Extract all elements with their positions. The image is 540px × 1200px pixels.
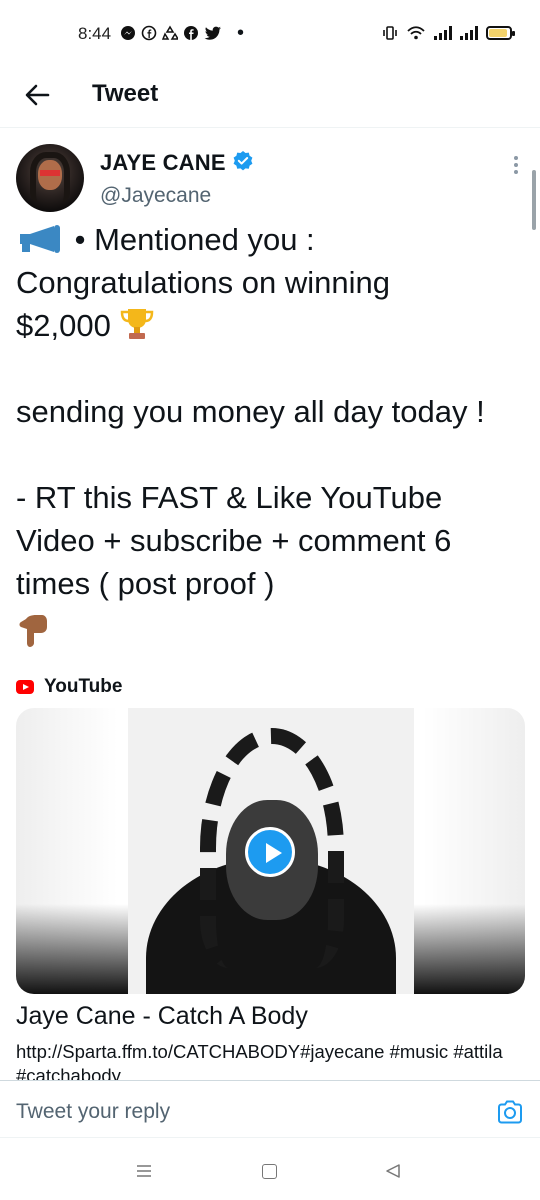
megaphone-emoji: [20, 225, 60, 253]
tweet-line-2: Congratulations on winning: [16, 265, 390, 300]
reply-input[interactable]: Tweet your reply: [16, 1100, 170, 1124]
tweet-line-7: times ( post proof ): [16, 566, 275, 601]
tweet-line-4: sending you money all day today !: [16, 394, 485, 429]
card-source: YouTube: [16, 676, 122, 698]
top-bar: Tweet: [0, 66, 540, 128]
signal-icon: [434, 26, 452, 40]
wifi-icon: [407, 26, 425, 40]
facebook-icon: [184, 26, 198, 40]
youtube-icon: [16, 680, 34, 694]
system-nav-bar: [0, 1138, 540, 1200]
messenger-icon: [121, 26, 135, 40]
battery-icon: [486, 26, 515, 40]
video-thumbnail[interactable]: [16, 708, 525, 994]
author-name[interactable]: JAYE CANE: [100, 150, 226, 176]
vibrate-icon: [383, 26, 397, 40]
home-icon[interactable]: [262, 1164, 277, 1179]
card-description[interactable]: http://Sparta.ffm.to/CATCHABODY#jayecane…: [16, 1040, 526, 1080]
card-source-label: YouTube: [44, 676, 123, 697]
tweet-line-5: - RT this FAST & Like YouTube: [16, 480, 443, 515]
recycle-icon: [162, 25, 178, 40]
signal-icon: [460, 26, 478, 40]
card-title[interactable]: Jaye Cane - Catch A Body: [16, 1002, 308, 1031]
facebook-icon: [141, 25, 157, 41]
back-icon[interactable]: [384, 1163, 402, 1179]
camera-icon[interactable]: [497, 1099, 523, 1125]
page-title: Tweet: [92, 80, 159, 107]
avatar-mask: [40, 170, 60, 176]
trophy-emoji: [121, 309, 154, 339]
tweet-line-6: Video + subscribe + comment 6: [16, 523, 452, 558]
twitter-icon: [204, 26, 221, 40]
status-dot: •: [237, 22, 245, 44]
arrow-left-icon[interactable]: [20, 78, 54, 112]
tweet-line-1: • Mentioned you :: [66, 222, 315, 257]
notification-icons: •: [120, 22, 245, 44]
reply-bar: Tweet your reply: [0, 1080, 540, 1138]
verified-icon: [233, 151, 253, 171]
status-time: 8:44: [78, 24, 112, 43]
tweet-line-3: $2,000: [16, 308, 120, 343]
more-options-icon[interactable]: [512, 156, 520, 174]
pointing-down-emoji: [19, 615, 47, 647]
play-button[interactable]: [245, 827, 295, 877]
battery-fill: [489, 29, 507, 37]
recents-icon[interactable]: [136, 1164, 152, 1178]
system-icons: [382, 25, 515, 41]
avatar[interactable]: [16, 144, 84, 212]
status-bar: 8:44 •: [0, 0, 540, 66]
tweet-body: • Mentioned you : Congratulations on win…: [16, 218, 531, 649]
author-handle[interactable]: @Jayecane: [100, 184, 211, 208]
scrollbar[interactable]: [532, 170, 536, 230]
